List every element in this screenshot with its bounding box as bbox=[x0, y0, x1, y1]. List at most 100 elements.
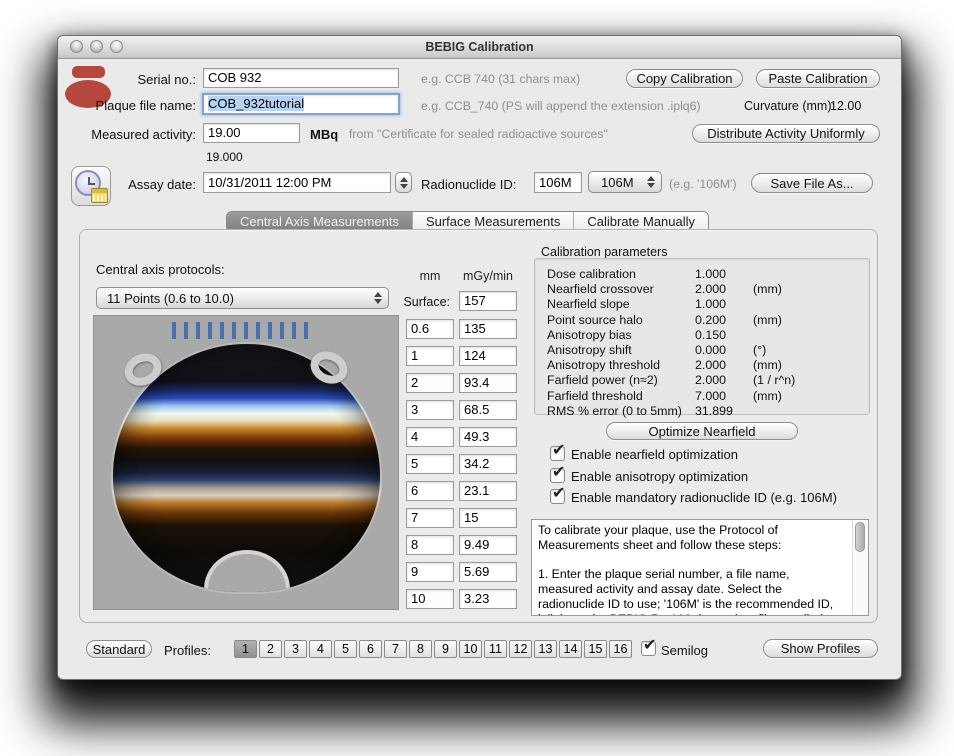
assay-date-stepper[interactable] bbox=[395, 172, 412, 193]
profile-button-5[interactable]: 5 bbox=[334, 640, 357, 658]
checkbox[interactable]: ✔ bbox=[550, 464, 565, 483]
ruler-tick-icon bbox=[292, 322, 296, 339]
checkmark-icon: ✔ bbox=[552, 463, 566, 481]
profile-button-13[interactable]: 13 bbox=[534, 640, 557, 658]
file-name-hint: e.g. CCB_740 (PS will append the extensi… bbox=[421, 99, 701, 113]
profile-button-3[interactable]: 3 bbox=[284, 640, 307, 658]
depth-input[interactable]: 10 bbox=[406, 589, 454, 609]
scrollbar[interactable] bbox=[852, 520, 868, 615]
dose-rate-input[interactable]: 3.23 bbox=[459, 589, 517, 609]
dose-rate-input[interactable]: 34.2 bbox=[459, 454, 517, 474]
radionuclide-label: Radionuclide ID: bbox=[421, 177, 517, 192]
radionuclide-dropdown[interactable]: 106M bbox=[588, 171, 662, 193]
profile-button-10[interactable]: 10 bbox=[459, 640, 482, 658]
semilog-checkbox[interactable]: ✔ bbox=[641, 637, 656, 656]
file-name-input[interactable]: COB_932tutorial bbox=[202, 93, 400, 115]
instructions-box[interactable]: To calibrate your plaque, use the Protoc… bbox=[531, 519, 869, 616]
parameter-row: Point source halo 0.200 (mm) bbox=[547, 312, 782, 327]
profile-button-1[interactable]: 1 bbox=[234, 640, 257, 658]
copy-calibration-button[interactable]: Copy Calibration bbox=[626, 69, 743, 88]
dose-rate-input[interactable]: 124 bbox=[459, 346, 517, 366]
dose-rate-input[interactable]: 5.69 bbox=[459, 562, 517, 582]
calibration-parameters-panel: Dose calibration 1.000 Nearfield crossover… bbox=[534, 258, 870, 418]
measurement-rows: 0.6 135 1 124 2 93.4 3 68.5 4 49.3 5 34.2 6 23.1 7 15 8 9… bbox=[406, 319, 518, 619]
parameter-row: Anisotropy threshold 2.000 (mm) bbox=[547, 358, 782, 373]
depth-input[interactable]: 4 bbox=[406, 427, 454, 447]
window-title: BEBIG Calibration bbox=[425, 40, 534, 54]
depth-input[interactable]: 8 bbox=[406, 535, 454, 555]
profile-button-7[interactable]: 7 bbox=[384, 640, 407, 658]
dose-rate-input[interactable]: 135 bbox=[459, 319, 517, 339]
ruler-tick-icon bbox=[184, 322, 188, 339]
ruler-ticks bbox=[172, 322, 308, 339]
protocol-dropdown[interactable]: 11 Points (0.6 to 10.0) bbox=[96, 287, 389, 309]
activity-computed: 19.000 bbox=[206, 150, 243, 164]
checkbox-label: Enable mandatory radionuclide ID (e.g. 1… bbox=[571, 490, 837, 505]
profile-button-4[interactable]: 4 bbox=[309, 640, 332, 658]
dose-rate-input[interactable]: 15 bbox=[459, 508, 517, 528]
activity-input[interactable]: 19.00 bbox=[203, 123, 300, 143]
checkbox[interactable]: ✔ bbox=[550, 485, 565, 504]
paste-calibration-button[interactable]: Paste Calibration bbox=[756, 69, 880, 88]
ruler-tick-icon bbox=[208, 322, 212, 339]
calibration-parameters-title: Calibration parameters bbox=[541, 245, 668, 259]
parameter-row: Nearfield slope 1.000 bbox=[547, 297, 727, 312]
selected-text: COB_932tutorial bbox=[208, 96, 305, 111]
serial-input[interactable]: COB 932 bbox=[203, 68, 399, 88]
ruler-tick-icon bbox=[256, 322, 260, 339]
checkbox[interactable]: ✔ bbox=[550, 442, 565, 461]
depth-input[interactable]: 1 bbox=[406, 346, 454, 366]
ruler-tick-icon bbox=[280, 322, 284, 339]
dose-rate-input[interactable]: 68.5 bbox=[459, 400, 517, 420]
profile-button-14[interactable]: 14 bbox=[559, 640, 582, 658]
profile-button-9[interactable]: 9 bbox=[434, 640, 457, 658]
profile-button-2[interactable]: 2 bbox=[259, 640, 282, 658]
dose-rate-input[interactable]: 23.1 bbox=[459, 481, 517, 501]
depth-input[interactable]: 0.6 bbox=[406, 319, 454, 339]
dose-rate-input[interactable]: 9.49 bbox=[459, 535, 517, 555]
parameter-row: Anisotropy bias 0.150 bbox=[547, 327, 727, 342]
dose-rate-input[interactable]: 93.4 bbox=[459, 373, 517, 393]
show-profiles-button[interactable]: Show Profiles bbox=[763, 639, 878, 658]
semilog-label: Semilog bbox=[661, 643, 708, 658]
depth-input[interactable]: 9 bbox=[406, 562, 454, 582]
activity-unit: MBq bbox=[310, 127, 339, 142]
standard-button[interactable]: Standard bbox=[86, 640, 152, 658]
ruler-tick-icon bbox=[304, 322, 308, 339]
depth-input[interactable]: 2 bbox=[406, 373, 454, 393]
protocols-label: Central axis protocols: bbox=[96, 262, 225, 277]
curvature-label: Curvature (mm): bbox=[744, 99, 835, 113]
scrollbar-thumb[interactable] bbox=[855, 522, 865, 552]
profile-button-15[interactable]: 15 bbox=[584, 640, 607, 658]
ruler-tick-icon bbox=[244, 322, 248, 339]
optimize-nearfield-button[interactable]: Optimize Nearfield bbox=[606, 422, 798, 440]
ruler-tick-icon bbox=[172, 322, 176, 339]
profile-button-12[interactable]: 12 bbox=[509, 640, 532, 658]
depth-input[interactable]: 3 bbox=[406, 400, 454, 420]
instructions-paragraph: To calibrate your plaque, use the Protoc… bbox=[538, 523, 782, 552]
parameter-row: Farfield power (n≈2) 2.000 (1 / r^n) bbox=[547, 373, 796, 388]
profile-button-8[interactable]: 8 bbox=[409, 640, 432, 658]
parameter-row: Dose calibration 1.000 bbox=[547, 267, 727, 281]
surface-dose-input[interactable]: 157 bbox=[459, 291, 517, 311]
surface-label: Surface: bbox=[403, 295, 450, 309]
ruler-tick-icon bbox=[220, 322, 224, 339]
serial-hint: e.g. CCB 740 (31 chars max) bbox=[421, 72, 581, 86]
depth-input[interactable]: 7 bbox=[406, 508, 454, 528]
assay-date-input[interactable]: 10/31/2011 12:00 PM bbox=[203, 172, 391, 193]
activity-hint: from "Certificate for sealed radioactive… bbox=[349, 127, 608, 141]
ruler-tick-icon bbox=[196, 322, 200, 339]
ruler-tick-icon bbox=[232, 322, 236, 339]
distribute-activity-button[interactable]: Distribute Activity Uniformly bbox=[692, 124, 880, 143]
profile-button-11[interactable]: 11 bbox=[484, 640, 507, 658]
depth-input[interactable]: 5 bbox=[406, 454, 454, 474]
save-file-as-button[interactable]: Save File As... bbox=[751, 173, 873, 193]
bebig-calibration-window: BEBIG Calibration Serial no.: COB 932 e.… bbox=[57, 35, 902, 680]
title-bar[interactable]: BEBIG Calibration bbox=[58, 36, 901, 59]
dose-rate-input[interactable]: 49.3 bbox=[459, 427, 517, 447]
file-name-label: Plaque file name: bbox=[95, 98, 196, 113]
profile-button-16[interactable]: 16 bbox=[609, 640, 632, 658]
depth-input[interactable]: 6 bbox=[406, 481, 454, 501]
profile-button-6[interactable]: 6 bbox=[359, 640, 382, 658]
radionuclide-input[interactable]: 106M bbox=[534, 172, 582, 193]
